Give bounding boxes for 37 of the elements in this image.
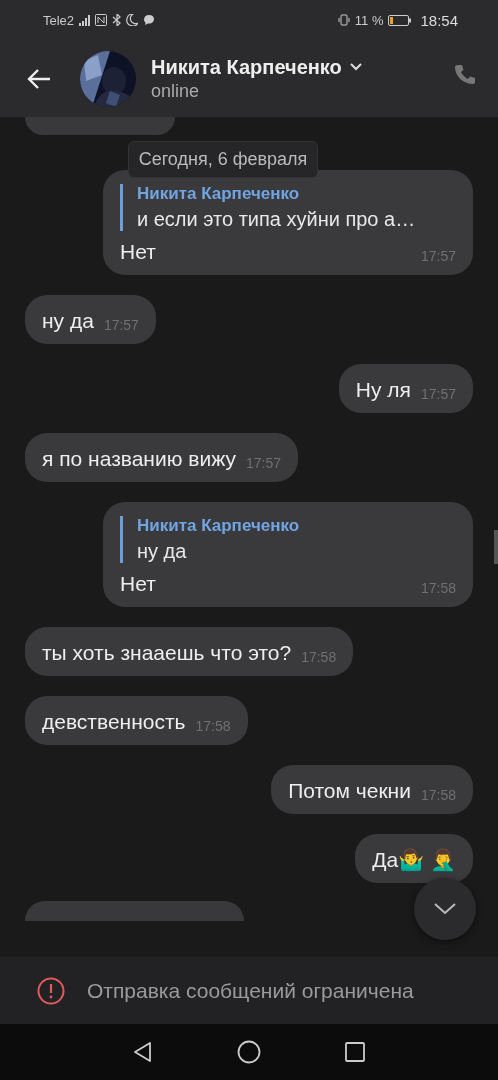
battery-percent: 11 % [354, 12, 384, 28]
date-label: Сегодня, 6 февраля [127, 141, 319, 178]
message-text: Да🤷‍♂ 🤦‍♂ [372, 847, 456, 873]
signal-icon [79, 14, 91, 26]
back-icon[interactable] [133, 1041, 152, 1063]
reply-text: и если это типа хуйни про а… [137, 208, 417, 231]
nfc-icon [95, 14, 108, 26]
home-icon[interactable] [236, 1040, 261, 1064]
message-text: ты хоть знааешь что это? [42, 640, 292, 666]
bluetooth-icon [112, 14, 122, 26]
back-arrow-icon [26, 66, 52, 91]
reply-text: ну да [137, 540, 188, 563]
online-status: online [151, 80, 201, 102]
reply-author: Никита Карпеченко [137, 184, 301, 204]
message-text: Потом чекни [288, 778, 411, 804]
chevron-down-icon[interactable] [349, 63, 362, 71]
vibrate-icon [337, 14, 350, 26]
message-text: Нет [120, 239, 156, 265]
message-text: Нет [120, 571, 156, 597]
contact-name[interactable]: Никита Карпеченко [151, 55, 342, 79]
reply-quote[interactable]: Никита Карпеченко ну да [120, 516, 456, 563]
reply-quote[interactable]: Никита Карпеченко и если это типа хуйни про а… [120, 184, 456, 231]
carrier-name: Tele2 [43, 12, 75, 28]
message-icon [143, 14, 156, 26]
warning-icon [37, 976, 65, 1005]
message-text: я по названию вижу [42, 446, 236, 472]
clock-time: 18:54 [420, 11, 458, 29]
scrollbar-thumb[interactable] [494, 530, 498, 564]
chevron-down-icon [434, 903, 456, 915]
moon-icon [126, 14, 139, 26]
battery-icon [388, 14, 412, 26]
reply-author: Никита Карпеченко [137, 516, 301, 536]
message-text: девственность [42, 709, 186, 735]
restriction-notice: Отправка сообщений ограничена [87, 978, 414, 1003]
message-text: Ну ля [355, 377, 411, 403]
message-text: ну да [42, 308, 94, 334]
recents-icon[interactable] [345, 1042, 365, 1062]
